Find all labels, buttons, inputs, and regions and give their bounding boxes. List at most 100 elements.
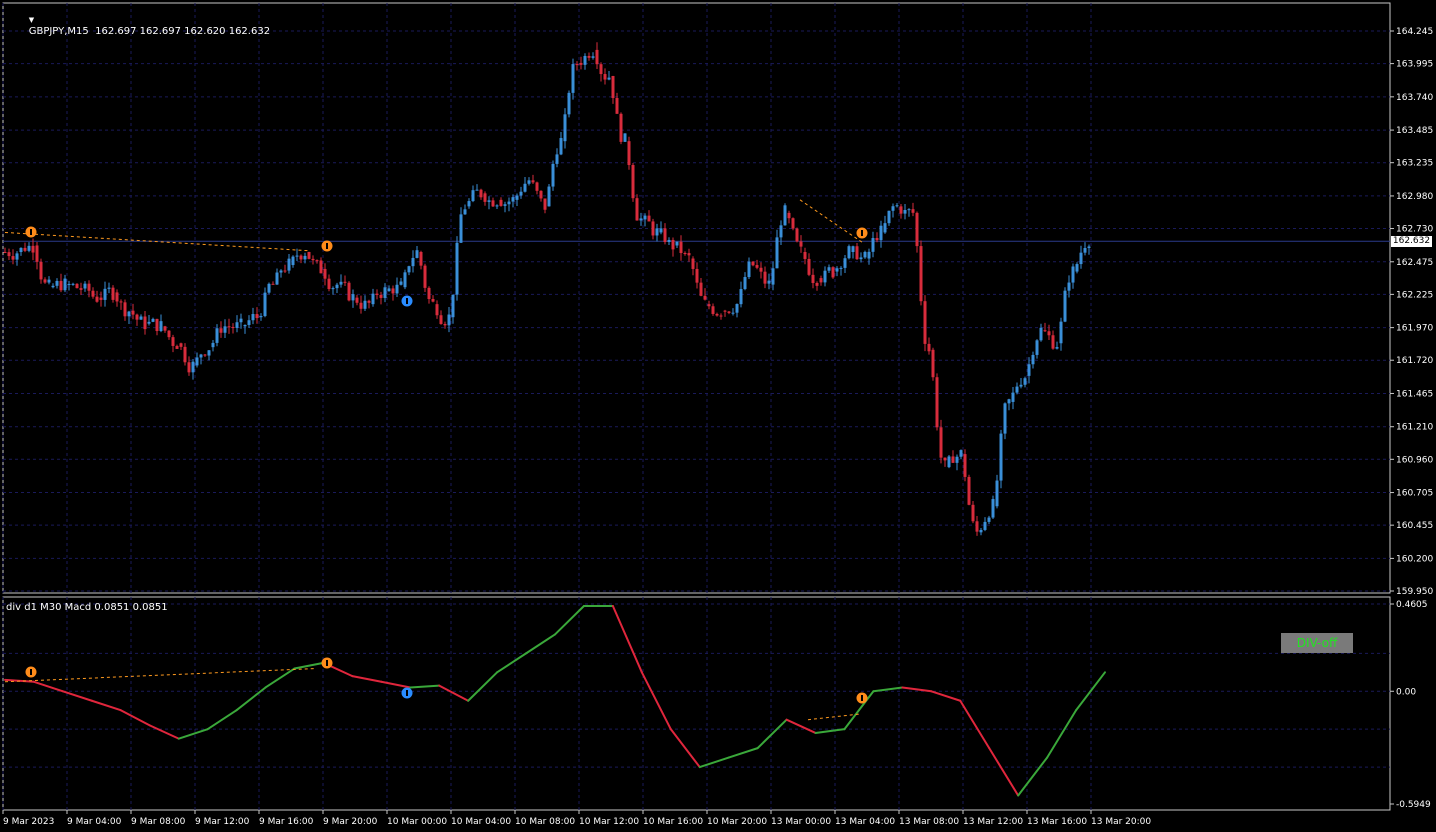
candle-body bbox=[55, 280, 59, 286]
price-tick-label: 163.485 bbox=[1396, 126, 1433, 136]
candle-body bbox=[239, 318, 243, 323]
candle-body bbox=[455, 242, 459, 295]
candle-body bbox=[179, 343, 183, 347]
macd-segment bbox=[756, 718, 788, 750]
macd-segment bbox=[409, 684, 441, 689]
candle-body bbox=[331, 288, 335, 290]
candle-body bbox=[571, 64, 575, 93]
sell-arrow-icon-glyph bbox=[861, 230, 863, 236]
candle-body bbox=[3, 252, 7, 254]
candle-body bbox=[415, 250, 419, 258]
candle-body bbox=[739, 289, 743, 305]
candle-body bbox=[35, 245, 39, 262]
candle-body bbox=[635, 198, 639, 221]
candle-body bbox=[807, 258, 811, 275]
candle-body bbox=[1007, 399, 1011, 404]
candle-body bbox=[831, 267, 835, 278]
macd-segment bbox=[640, 671, 672, 731]
candle-body bbox=[563, 114, 567, 142]
candle-body bbox=[887, 210, 891, 224]
indicator-tick-label: 0.4605 bbox=[1396, 600, 1428, 610]
candle-body bbox=[467, 201, 471, 207]
candle-body bbox=[271, 283, 275, 285]
dropdown-triangle-icon[interactable]: ▼ bbox=[29, 16, 34, 24]
candle-body bbox=[907, 209, 911, 211]
divergence-line bbox=[4, 668, 316, 683]
candle-body bbox=[695, 268, 699, 283]
candle-body bbox=[23, 247, 27, 251]
candle-body bbox=[667, 239, 671, 243]
candle-body bbox=[107, 287, 111, 289]
macd-segment bbox=[901, 686, 933, 693]
time-axis-label: 10 Mar 20:00 bbox=[707, 817, 767, 827]
price-tick-label: 161.720 bbox=[1396, 356, 1433, 366]
macd-segment bbox=[959, 699, 991, 750]
candle-body bbox=[975, 521, 979, 532]
macd-segment bbox=[785, 718, 817, 734]
candle-body bbox=[815, 283, 819, 286]
candle-body bbox=[939, 427, 943, 458]
candle-body bbox=[39, 261, 43, 280]
candle-body bbox=[175, 345, 179, 349]
candle-body bbox=[691, 258, 695, 269]
candle-body bbox=[491, 200, 495, 207]
candle-body bbox=[91, 290, 95, 297]
candle-body bbox=[443, 323, 447, 326]
candle-body bbox=[539, 190, 543, 199]
sell-arrow-icon-glyph bbox=[30, 669, 32, 675]
candle-body bbox=[1047, 331, 1051, 336]
macd-segment bbox=[496, 652, 528, 674]
candle-body bbox=[487, 200, 491, 202]
candle-body bbox=[355, 297, 359, 303]
time-axis-label: 9 Mar 04:00 bbox=[67, 817, 122, 827]
time-axis-label: 13 Mar 08:00 bbox=[899, 817, 959, 827]
candle-body bbox=[219, 328, 223, 333]
candle-body bbox=[399, 281, 403, 285]
candle-body bbox=[1011, 392, 1015, 402]
candle-body bbox=[931, 349, 935, 378]
candle-body bbox=[731, 312, 735, 314]
candle-body bbox=[523, 183, 527, 192]
candle-body bbox=[119, 301, 123, 303]
candle-body bbox=[615, 98, 619, 114]
div-off-button[interactable]: DIV-off bbox=[1281, 633, 1353, 653]
candle-body bbox=[379, 294, 383, 298]
candle-body bbox=[371, 293, 375, 305]
price-tick-label: 163.235 bbox=[1396, 159, 1433, 169]
candle-body bbox=[767, 280, 771, 284]
candle-body bbox=[75, 283, 79, 289]
candle-body bbox=[547, 186, 551, 207]
trading-chart-window: 164.245 163.995 163.740 163.485 163.235 162.9… bbox=[0, 0, 1436, 832]
candle-body bbox=[611, 75, 615, 99]
macd-segment bbox=[32, 680, 64, 693]
candle-body bbox=[395, 284, 399, 294]
time-axis-label: 9 Mar 12:00 bbox=[195, 817, 250, 827]
price-tick-label: 163.995 bbox=[1396, 60, 1433, 70]
candle-body bbox=[1083, 248, 1087, 253]
candle-body bbox=[315, 260, 319, 262]
candle-body bbox=[855, 246, 859, 260]
candle-body bbox=[27, 245, 31, 251]
candle-body bbox=[255, 314, 259, 319]
candle-body bbox=[187, 362, 191, 373]
candle-body bbox=[231, 326, 235, 328]
candle-body bbox=[743, 277, 747, 290]
candle-body bbox=[575, 64, 579, 66]
chart-canvas[interactable]: 164.245 163.995 163.740 163.485 163.235 162.9… bbox=[0, 0, 1436, 832]
candle-body bbox=[591, 56, 595, 58]
time-axis-label: 9 Mar 2023 bbox=[3, 817, 54, 827]
price-tick-label: 163.740 bbox=[1396, 93, 1433, 103]
candle-body bbox=[439, 315, 443, 324]
candle-body bbox=[655, 228, 659, 236]
candle-body bbox=[479, 189, 483, 198]
candle-body bbox=[1087, 246, 1091, 249]
indicator-tick-label: -0.5949 bbox=[1396, 800, 1431, 810]
candle-body bbox=[687, 253, 691, 256]
candle-body bbox=[1039, 327, 1043, 341]
candle-body bbox=[79, 288, 83, 290]
candle-body bbox=[891, 206, 895, 211]
candle-body bbox=[167, 330, 171, 338]
candle-body bbox=[103, 288, 107, 300]
candle-body bbox=[295, 255, 299, 257]
candle-body bbox=[319, 260, 323, 274]
